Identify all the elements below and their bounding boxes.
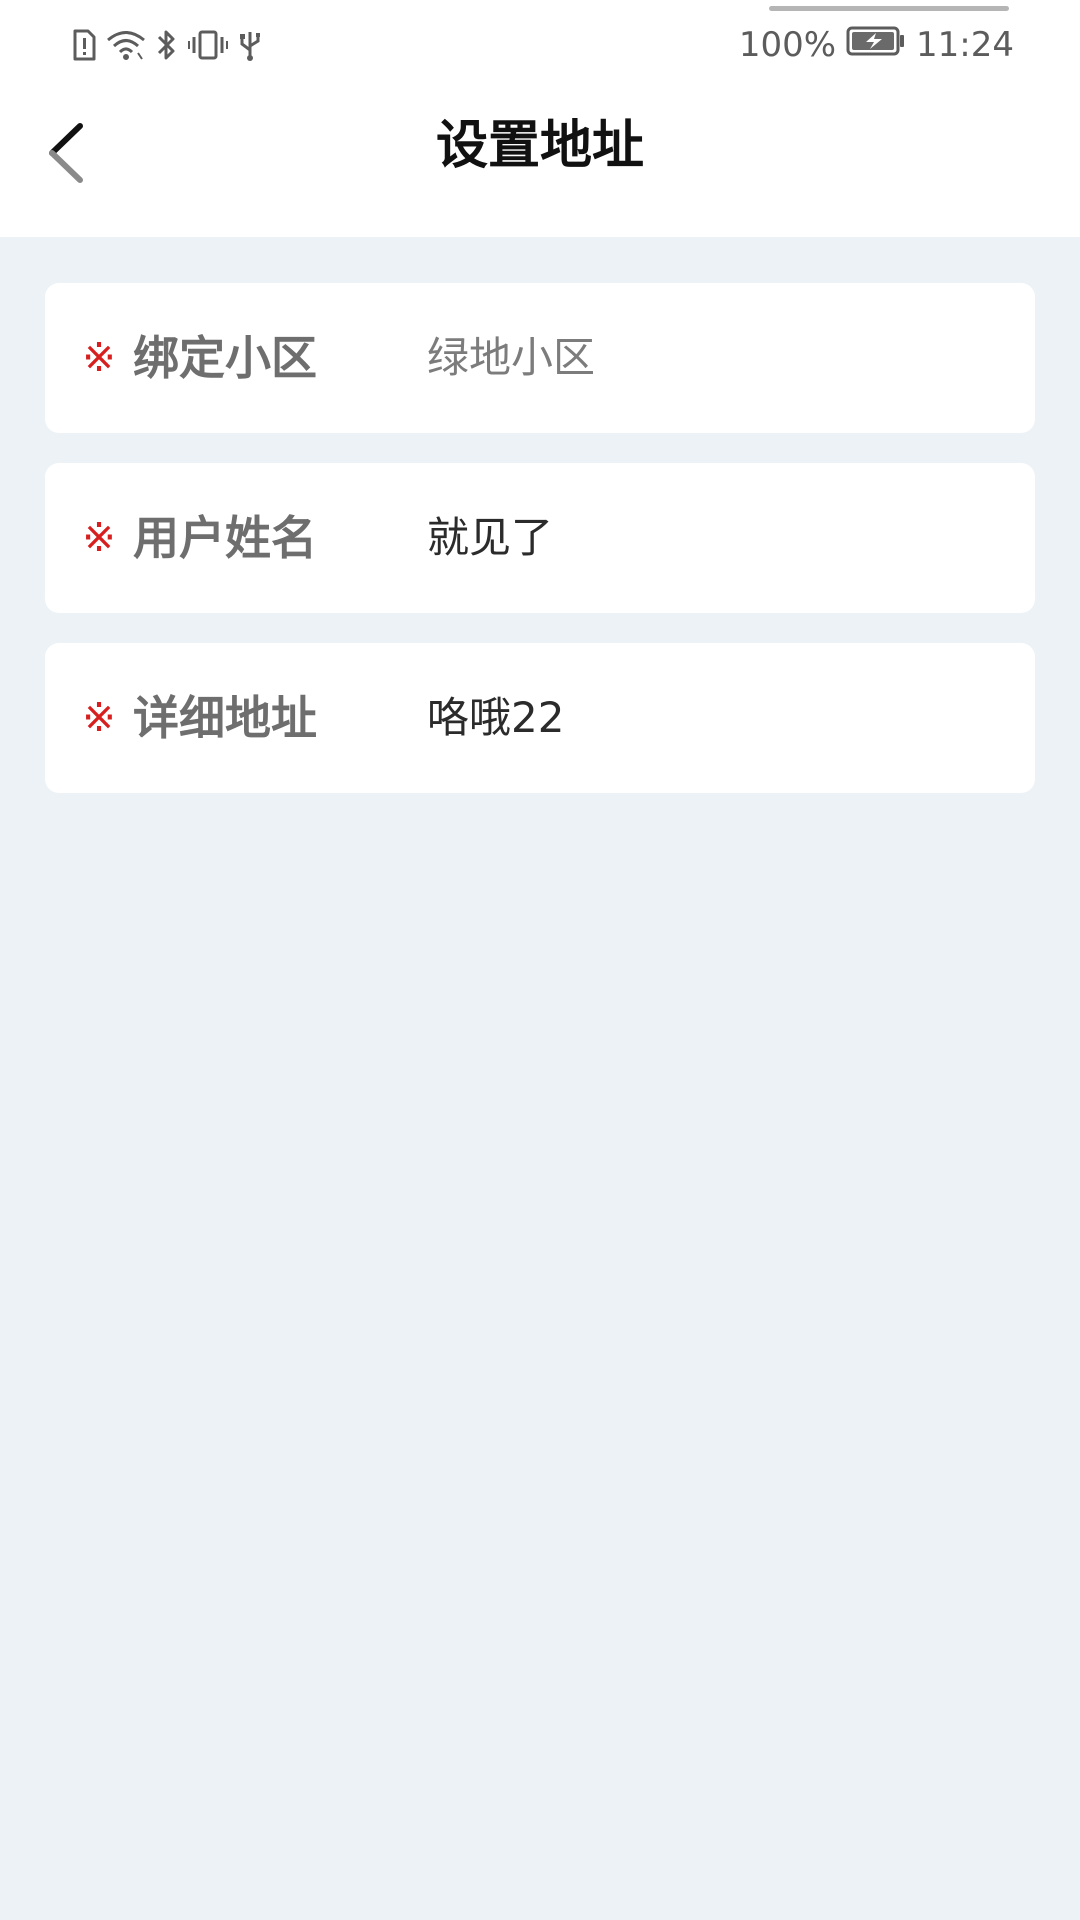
community-label: 绑定小区 [133, 331, 317, 385]
status-bar: 100% 11:24 [0, 0, 1080, 90]
wifi-icon [106, 29, 146, 61]
chevron-left-icon [44, 122, 88, 188]
status-icons-right: 100% 11:24 [739, 22, 1014, 68]
bluetooth-icon [156, 28, 178, 62]
address-input[interactable]: 咯哦22 [427, 643, 1007, 793]
user-name-input[interactable]: 就见了 [427, 463, 1007, 613]
user-name-label: 用户姓名 [133, 511, 317, 565]
user-name-field: ※ 用户姓名 就见了 [45, 463, 1035, 613]
back-button[interactable] [36, 120, 96, 190]
address-label: 详细地址 [133, 691, 317, 745]
scroll-indicator [769, 6, 1009, 11]
battery-charging-icon [846, 25, 906, 66]
sim-alert-icon [70, 29, 96, 61]
page-title: 设置地址 [435, 116, 644, 176]
community-value[interactable]: 绿地小区 [427, 283, 1007, 433]
header-area: 100% 11:24 设置地址 [0, 0, 1080, 237]
vibrate-icon [188, 29, 228, 61]
usb-icon [238, 28, 262, 62]
community-field[interactable]: ※ 绑定小区 绿地小区 [45, 283, 1035, 433]
clock-time: 11:24 [916, 25, 1014, 65]
required-mark: ※ [82, 515, 116, 561]
nav-bar: 设置地址 [0, 90, 1080, 237]
required-mark: ※ [82, 335, 116, 381]
required-mark: ※ [82, 695, 116, 741]
address-field: ※ 详细地址 咯哦22 [45, 643, 1035, 793]
page-title-container: 设置地址 [0, 90, 1080, 237]
status-icons-left [70, 26, 262, 64]
battery-percent: 100% [738, 25, 837, 65]
